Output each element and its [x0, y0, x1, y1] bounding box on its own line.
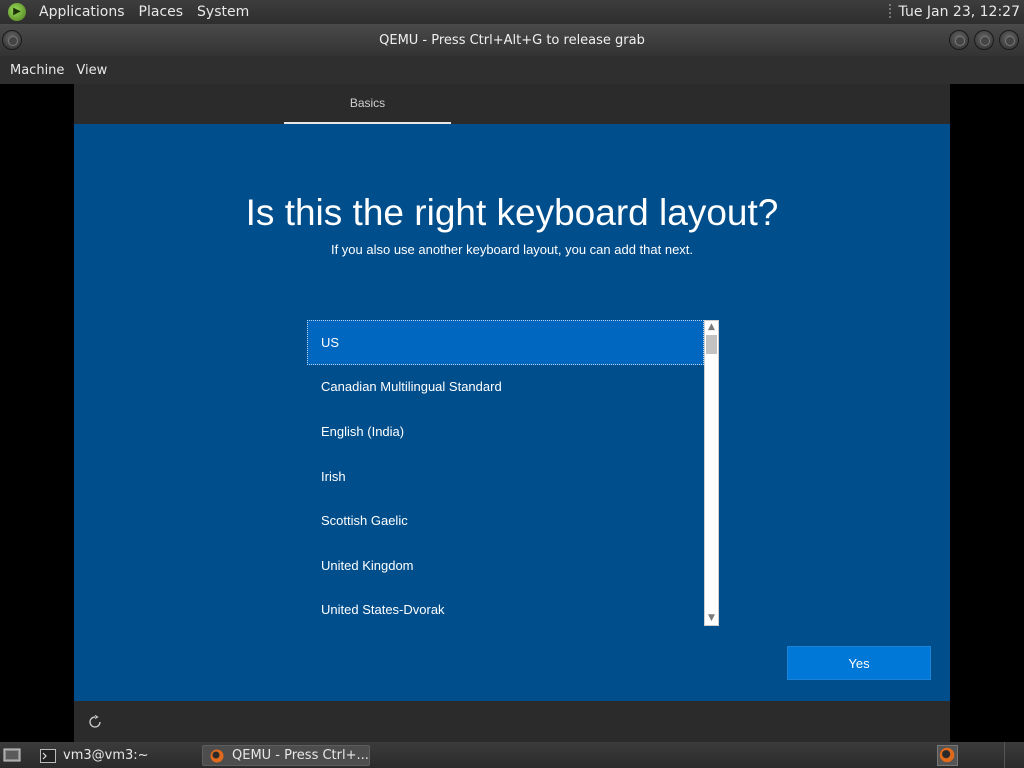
- layout-item-label: United States-Dvorak: [321, 602, 445, 618]
- maximize-icon[interactable]: [974, 30, 994, 50]
- terminal-icon: [40, 748, 56, 763]
- setup-footer: [74, 701, 950, 742]
- yes-button[interactable]: Yes: [787, 646, 931, 680]
- taskbar-item-terminal[interactable]: vm3@vm3:~: [34, 745, 196, 766]
- panel-separator: [888, 4, 891, 20]
- vm-display[interactable]: Basics Is this the right keyboard layout…: [0, 84, 1024, 742]
- layout-item-label: Scottish Gaelic: [321, 513, 408, 529]
- windows-setup-screen: Basics Is this the right keyboard layout…: [74, 84, 950, 742]
- taskbar-item-label: QEMU - Press Ctrl+...: [232, 748, 369, 763]
- layout-item-scottish-gaelic[interactable]: Scottish Gaelic: [307, 498, 704, 543]
- top-panel: ▶ Applications Places System Tue Jan 23,…: [0, 0, 1024, 24]
- layout-items: US Canadian Multilingual Standard Englis…: [307, 320, 704, 626]
- bottom-taskbar: vm3@vm3:~ QEMU - Press Ctrl+...: [0, 742, 1024, 768]
- tab-basics: Basics: [284, 84, 451, 124]
- layout-item-canadian-multilingual[interactable]: Canadian Multilingual Standard: [307, 365, 704, 410]
- places-menu[interactable]: Places: [132, 4, 191, 20]
- workspace-switcher[interactable]: [1004, 742, 1024, 768]
- qemu-icon: [210, 749, 224, 762]
- show-desktop-icon[interactable]: [3, 746, 21, 764]
- layout-item-label: Canadian Multilingual Standard: [321, 379, 502, 395]
- ease-of-access-icon[interactable]: [88, 715, 102, 729]
- gnome-foot-icon: ▶: [8, 3, 26, 21]
- layout-item-united-kingdom[interactable]: United Kingdom: [307, 543, 704, 588]
- page-title: Is this the right keyboard layout?: [245, 192, 779, 233]
- system-menu[interactable]: System: [190, 4, 256, 20]
- machine-menu[interactable]: Machine: [4, 63, 70, 78]
- taskbar-item-qemu[interactable]: QEMU - Press Ctrl+...: [202, 745, 370, 766]
- taskbar-item-label: vm3@vm3:~: [63, 748, 149, 763]
- qemu-icon: [939, 747, 955, 763]
- window-menu-icon[interactable]: [2, 30, 22, 50]
- layout-item-label: English (India): [321, 423, 405, 439]
- tray-qemu-icon[interactable]: [937, 745, 958, 766]
- layout-item-label: United Kingdom: [321, 557, 414, 573]
- list-scrollbar[interactable]: ▲ ▼: [704, 320, 719, 626]
- panel-right: Tue Jan 23, 12:27: [888, 0, 1024, 24]
- clock[interactable]: Tue Jan 23, 12:27: [899, 4, 1024, 20]
- layout-item-us[interactable]: US: [307, 320, 704, 365]
- keyboard-layout-list[interactable]: US Canadian Multilingual Standard Englis…: [307, 320, 719, 626]
- page-subtitle: If you also use another keyboard layout,…: [330, 242, 694, 257]
- layout-item-us-dvorak[interactable]: United States-Dvorak: [307, 588, 704, 626]
- scroll-up-icon[interactable]: ▲: [705, 321, 718, 334]
- setup-header: Basics: [74, 84, 950, 124]
- scrollbar-thumb[interactable]: [706, 335, 717, 354]
- close-icon[interactable]: [999, 30, 1019, 50]
- layout-item-irish[interactable]: Irish: [307, 454, 704, 499]
- layout-item-label: US: [321, 334, 340, 350]
- setup-main-panel: Is this the right keyboard layout? If yo…: [74, 124, 950, 701]
- applications-menu[interactable]: Applications: [32, 4, 132, 20]
- minimize-icon[interactable]: [949, 30, 969, 50]
- layout-item-english-india[interactable]: English (India): [307, 409, 704, 454]
- window-titlebar[interactable]: QEMU - Press Ctrl+Alt+G to release grab: [0, 24, 1024, 56]
- view-menu[interactable]: View: [70, 63, 113, 78]
- scroll-down-icon[interactable]: ▼: [705, 612, 718, 625]
- qemu-menubar: Machine View: [0, 56, 1024, 84]
- layout-item-label: Irish: [321, 468, 346, 484]
- window-title: QEMU - Press Ctrl+Alt+G to release grab: [379, 32, 645, 48]
